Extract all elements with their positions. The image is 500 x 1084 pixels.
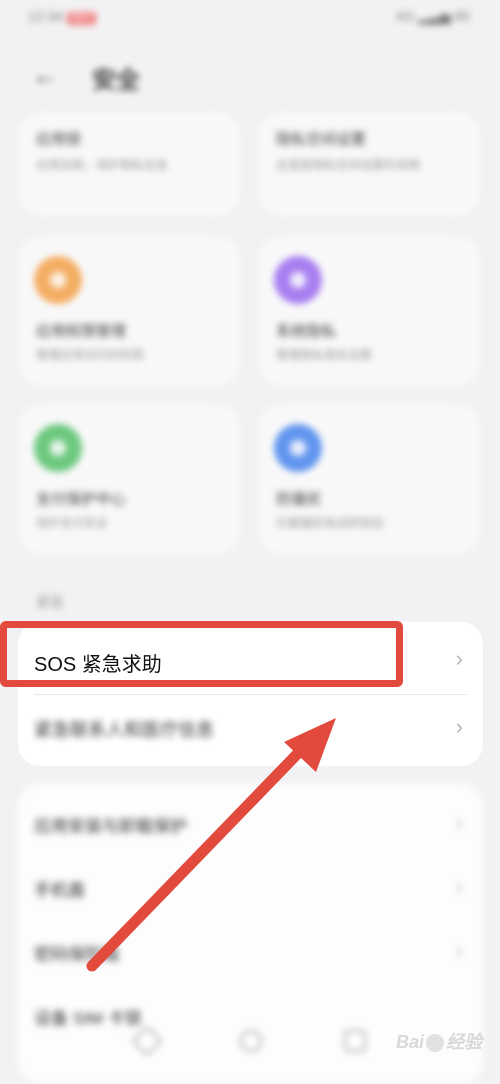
watermark-text-a: Bai	[395, 1032, 424, 1052]
paw-logo-icon	[426, 1034, 444, 1053]
back-nav-icon[interactable]	[131, 1025, 163, 1057]
watermark-text-b: 经验	[446, 1032, 482, 1052]
arrow-shaft	[86, 740, 311, 972]
recents-nav-icon[interactable]	[344, 1030, 366, 1052]
baidu-watermark: Bai 经验	[396, 1028, 482, 1054]
home-nav-icon[interactable]	[240, 1030, 262, 1052]
red-arrow-annotation	[86, 718, 336, 972]
